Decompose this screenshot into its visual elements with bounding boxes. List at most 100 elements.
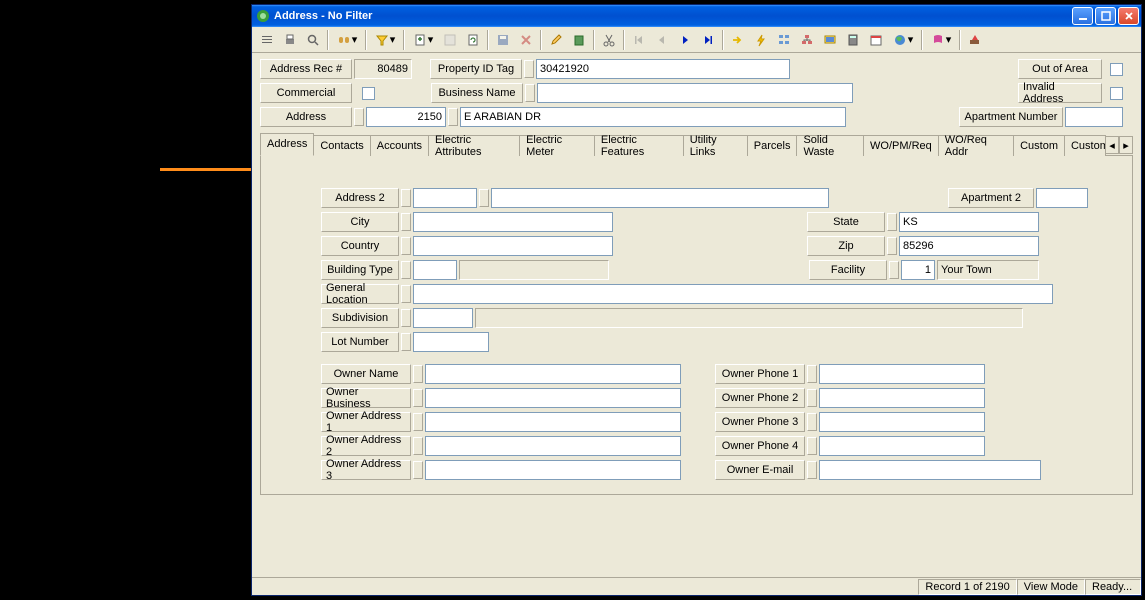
tab-custom[interactable]: Custom xyxy=(1013,135,1065,156)
business-name-field[interactable] xyxy=(537,83,853,103)
address2-street-field[interactable] xyxy=(491,188,829,208)
nav-first-icon[interactable] xyxy=(628,29,650,51)
lock-icon[interactable] xyxy=(807,437,817,455)
org-icon[interactable] xyxy=(796,29,818,51)
facility-code-field[interactable]: 1 xyxy=(901,260,935,280)
tab-electric-attributes[interactable]: Electric Attributes xyxy=(428,135,520,156)
property-id-tag-field[interactable]: 30421920 xyxy=(536,59,790,79)
exit-icon[interactable] xyxy=(964,29,986,51)
nav-last-icon[interactable] xyxy=(697,29,719,51)
subdivision-code-field[interactable] xyxy=(413,308,473,328)
tab-wo-pm-req[interactable]: WO/PM/Req xyxy=(863,135,939,156)
lock-icon[interactable] xyxy=(807,413,817,431)
tab-accounts[interactable]: Accounts xyxy=(370,135,429,156)
owner-address1-field[interactable] xyxy=(425,412,681,432)
new-record-icon[interactable]: ▾ xyxy=(408,29,438,51)
lock-icon[interactable] xyxy=(354,108,364,126)
general-location-field[interactable] xyxy=(413,284,1053,304)
search-icon[interactable] xyxy=(302,29,324,51)
nav-next-icon[interactable] xyxy=(674,29,696,51)
tab-address[interactable]: Address xyxy=(260,133,314,156)
owner-address2-field[interactable] xyxy=(425,436,681,456)
country-field[interactable] xyxy=(413,236,613,256)
owner-business-field[interactable] xyxy=(425,388,681,408)
edit-icon[interactable] xyxy=(545,29,567,51)
tree-icon[interactable] xyxy=(773,29,795,51)
refresh-icon[interactable] xyxy=(462,29,484,51)
lock-icon[interactable] xyxy=(413,437,423,455)
close-button[interactable] xyxy=(1118,7,1139,25)
invalid-address-checkbox[interactable] xyxy=(1110,87,1123,100)
lock-icon[interactable] xyxy=(807,389,817,407)
filter-icon[interactable]: ▾ xyxy=(370,29,400,51)
lock-icon[interactable] xyxy=(525,84,535,102)
owner-phone3-field[interactable] xyxy=(819,412,985,432)
delete-icon[interactable] xyxy=(515,29,537,51)
save-icon[interactable] xyxy=(492,29,514,51)
calendar-icon[interactable] xyxy=(865,29,887,51)
lock-icon[interactable] xyxy=(807,461,817,479)
lock-icon[interactable] xyxy=(479,189,489,207)
properties-icon[interactable] xyxy=(439,29,461,51)
lock-icon[interactable] xyxy=(887,237,897,255)
city-field[interactable] xyxy=(413,212,613,232)
goto-icon[interactable] xyxy=(727,29,749,51)
tab-scroll-right[interactable]: ▸ xyxy=(1119,136,1133,154)
owner-phone4-field[interactable] xyxy=(819,436,985,456)
lock-icon[interactable] xyxy=(401,333,411,351)
lock-icon[interactable] xyxy=(448,108,458,126)
lock-icon[interactable] xyxy=(524,60,534,78)
help-icon[interactable]: ▾ xyxy=(926,29,956,51)
nav-prev-icon[interactable] xyxy=(651,29,673,51)
address-number-field[interactable]: 2150 xyxy=(366,107,446,127)
zip-field[interactable]: 85296 xyxy=(899,236,1039,256)
binoculars-icon[interactable]: ▾ xyxy=(332,29,362,51)
owner-phone1-field[interactable] xyxy=(819,364,985,384)
owner-email-field[interactable] xyxy=(819,460,1041,480)
globe-icon[interactable]: ▾ xyxy=(888,29,918,51)
address-street-field[interactable]: E ARABIAN DR xyxy=(460,107,846,127)
lock-icon[interactable] xyxy=(401,261,411,279)
list-icon[interactable] xyxy=(256,29,278,51)
print-icon[interactable] xyxy=(279,29,301,51)
lock-icon[interactable] xyxy=(807,365,817,383)
maximize-button[interactable] xyxy=(1095,7,1116,25)
state-field[interactable]: KS xyxy=(899,212,1039,232)
lock-icon[interactable] xyxy=(887,213,897,231)
cut-icon[interactable] xyxy=(598,29,620,51)
owner-phone2-field[interactable] xyxy=(819,388,985,408)
out-of-area-checkbox[interactable] xyxy=(1110,63,1123,76)
tab-solid-waste[interactable]: Solid Waste xyxy=(796,135,864,156)
apartment2-field[interactable] xyxy=(1036,188,1088,208)
minimize-button[interactable] xyxy=(1072,7,1093,25)
owner-name-field[interactable] xyxy=(425,364,681,384)
tab-utility-links[interactable]: Utility Links xyxy=(683,135,748,156)
lightning-icon[interactable] xyxy=(750,29,772,51)
commercial-checkbox[interactable] xyxy=(362,87,375,100)
lock-icon[interactable] xyxy=(401,309,411,327)
lock-icon[interactable] xyxy=(413,389,423,407)
tab-parcels[interactable]: Parcels xyxy=(747,135,798,156)
tab-electric-features[interactable]: Electric Features xyxy=(594,135,684,156)
building-type-field[interactable] xyxy=(413,260,457,280)
lock-icon[interactable] xyxy=(413,461,423,479)
lock-icon[interactable] xyxy=(413,365,423,383)
lock-icon[interactable] xyxy=(401,213,411,231)
lock-icon[interactable] xyxy=(401,237,411,255)
tab-electric-meter[interactable]: Electric Meter xyxy=(519,135,595,156)
tab-wo-req-addr[interactable]: WO/Req Addr xyxy=(938,135,1014,156)
address2-number-field[interactable] xyxy=(413,188,477,208)
lock-icon[interactable] xyxy=(401,285,411,303)
book-icon[interactable] xyxy=(568,29,590,51)
tab-scroll-left[interactable]: ◂ xyxy=(1105,136,1119,154)
lot-number-field[interactable] xyxy=(413,332,489,352)
apartment-number-field[interactable] xyxy=(1065,107,1123,127)
tab-custom-2[interactable]: Custom xyxy=(1064,135,1106,156)
tab-contacts[interactable]: Contacts xyxy=(313,135,370,156)
monitor-icon[interactable] xyxy=(819,29,841,51)
lock-icon[interactable] xyxy=(413,413,423,431)
lock-icon[interactable] xyxy=(401,189,411,207)
lock-icon[interactable] xyxy=(889,261,899,279)
owner-address3-field[interactable] xyxy=(425,460,681,480)
calculator-icon[interactable] xyxy=(842,29,864,51)
